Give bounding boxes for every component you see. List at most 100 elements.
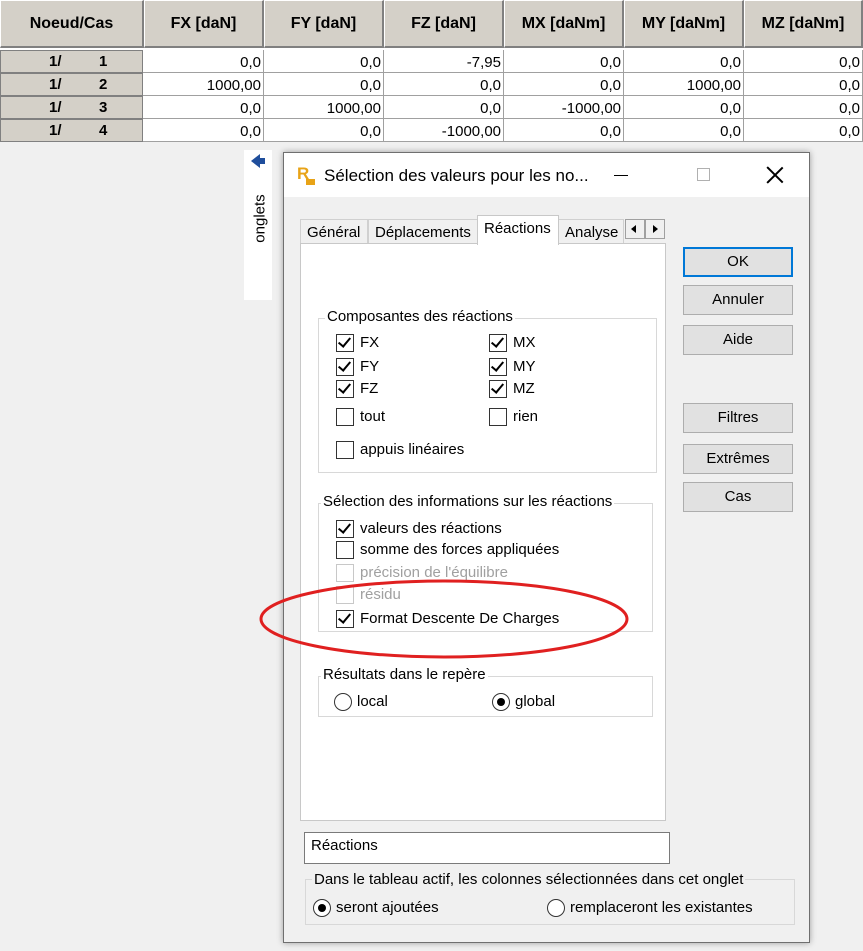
extremes-button[interactable]: Extrêmes xyxy=(683,444,793,474)
case-label: 1 xyxy=(99,53,108,70)
tab-reactions[interactable]: Réactions xyxy=(477,215,559,245)
radio-local[interactable] xyxy=(334,693,352,711)
checkbox-fy-label: FY xyxy=(360,358,380,375)
cell-mz[interactable]: 0,0 xyxy=(744,119,863,142)
checkbox-somme-forces[interactable] xyxy=(336,541,354,559)
radio-seront-ajoutees[interactable] xyxy=(313,899,331,917)
tab-name-field[interactable]: Réactions xyxy=(304,832,670,864)
tab-general[interactable]: Général xyxy=(300,219,368,243)
tabs-strip-label: onglets xyxy=(251,194,269,243)
column-header-mz[interactable]: MZ [daNm] xyxy=(744,0,863,48)
checkbox-mz[interactable] xyxy=(489,380,507,398)
checkbox-mx[interactable] xyxy=(489,334,507,352)
checkbox-mz-label: MZ xyxy=(513,380,535,397)
cell-my[interactable]: 0,0 xyxy=(624,119,744,142)
column-header-node-case[interactable]: Noeud/Cas xyxy=(0,0,144,48)
node-label: 1/ xyxy=(49,99,62,116)
cell-fx[interactable]: 1000,00 xyxy=(143,73,264,96)
radio-global-label: global xyxy=(515,693,556,710)
radio-remplaceront-label: remplaceront les existantes xyxy=(570,899,753,916)
cell-mx[interactable]: 0,0 xyxy=(504,50,624,73)
case-label: 3 xyxy=(99,99,108,116)
maximize-icon[interactable] xyxy=(697,168,710,181)
table-row[interactable]: 1/1 0,0 0,0 -7,95 0,0 0,0 0,0 xyxy=(0,50,863,73)
tab-panel-reactions: Composantes des réactions FX FY FZ MX MY… xyxy=(300,243,666,821)
tab-scroll-left-icon[interactable] xyxy=(625,219,645,239)
cell-mx[interactable]: 0,0 xyxy=(504,73,624,96)
cell-my[interactable]: 1000,00 xyxy=(624,73,744,96)
close-icon[interactable] xyxy=(766,166,784,184)
cell-fx[interactable]: 0,0 xyxy=(143,119,264,142)
column-header-fz[interactable]: FZ [daN] xyxy=(384,0,504,48)
column-header-fx[interactable]: FX [daN] xyxy=(144,0,264,48)
cell-fz[interactable]: -7,95 xyxy=(384,50,504,73)
row-header[interactable]: 1/1 xyxy=(0,50,143,73)
ok-button[interactable]: OK xyxy=(683,247,793,277)
node-label: 1/ xyxy=(49,76,62,93)
tab-deplacements[interactable]: Déplacements xyxy=(368,219,478,243)
dialog-title: Sélection des valeurs pour les no... xyxy=(324,166,589,185)
minimize-icon[interactable] xyxy=(614,175,628,176)
cases-button[interactable]: Cas xyxy=(683,482,793,512)
cell-fx[interactable]: 0,0 xyxy=(143,96,264,119)
cell-my[interactable]: 0,0 xyxy=(624,96,744,119)
checkbox-tout[interactable] xyxy=(336,408,354,426)
checkbox-fz[interactable] xyxy=(336,380,354,398)
cell-fx[interactable]: 0,0 xyxy=(143,50,264,73)
cell-fy[interactable]: 0,0 xyxy=(264,73,384,96)
checkbox-my[interactable] xyxy=(489,358,507,376)
table-row[interactable]: 1/3 0,0 1000,00 0,0 -1000,00 0,0 0,0 xyxy=(0,96,863,119)
components-group-title: Composantes des réactions xyxy=(325,308,515,325)
cell-fy[interactable]: 0,0 xyxy=(264,119,384,142)
checkbox-rien[interactable] xyxy=(489,408,507,426)
help-button[interactable]: Aide xyxy=(683,325,793,355)
checkbox-residu-label: résidu xyxy=(360,586,401,603)
cell-fz[interactable]: 0,0 xyxy=(384,73,504,96)
table-header: Noeud/Cas FX [daN] FY [daN] FZ [daN] MX … xyxy=(0,0,863,48)
row-header[interactable]: 1/3 xyxy=(0,96,143,119)
checkbox-valeurs-reactions[interactable] xyxy=(336,520,354,538)
checkbox-appuis-lineaires[interactable] xyxy=(336,441,354,459)
cell-fz[interactable]: -1000,00 xyxy=(384,119,504,142)
cell-mz[interactable]: 0,0 xyxy=(744,73,863,96)
checkbox-fy[interactable] xyxy=(336,358,354,376)
frame-group-title: Résultats dans le repère xyxy=(321,666,488,683)
cell-fz[interactable]: 0,0 xyxy=(384,96,504,119)
table-row[interactable]: 1/4 0,0 0,0 -1000,00 0,0 0,0 0,0 xyxy=(0,119,863,142)
checkbox-fx-label: FX xyxy=(360,334,380,351)
cell-mx[interactable]: 0,0 xyxy=(504,119,624,142)
checkbox-fx[interactable] xyxy=(336,334,354,352)
cell-fy[interactable]: 1000,00 xyxy=(264,96,384,119)
checkbox-somme-forces-label: somme des forces appliquées xyxy=(360,541,560,558)
radio-seront-ajoutees-label: seront ajoutées xyxy=(336,899,439,916)
column-header-mx[interactable]: MX [daNm] xyxy=(504,0,624,48)
cell-my[interactable]: 0,0 xyxy=(624,50,744,73)
checkbox-rien-label: rien xyxy=(513,408,539,425)
cell-fy[interactable]: 0,0 xyxy=(264,50,384,73)
column-header-fy[interactable]: FY [daN] xyxy=(264,0,384,48)
checkbox-fz-label: FZ xyxy=(360,380,379,397)
filters-button[interactable]: Filtres xyxy=(683,403,793,433)
checkbox-format-descente-charges-label: Format Descente De Charges xyxy=(360,610,560,627)
checkbox-residu xyxy=(336,586,354,604)
radio-global[interactable] xyxy=(492,693,510,711)
column-header-my[interactable]: MY [daNm] xyxy=(624,0,744,48)
tab-scroll-right-icon[interactable] xyxy=(645,219,665,239)
cell-mz[interactable]: 0,0 xyxy=(744,50,863,73)
cell-mz[interactable]: 0,0 xyxy=(744,96,863,119)
checkbox-appuis-lineaires-label: appuis linéaires xyxy=(360,441,465,458)
row-header[interactable]: 1/2 xyxy=(0,73,143,96)
checkbox-format-descente-charges[interactable] xyxy=(336,610,354,628)
checkbox-tout-label: tout xyxy=(360,408,386,425)
cancel-button[interactable]: Annuler xyxy=(683,285,793,315)
tab-analyse[interactable]: Analyse xyxy=(558,219,624,243)
dialog-titlebar[interactable]: R Sélection des valeurs pour les no... xyxy=(284,153,809,197)
tabs-strip[interactable]: onglets xyxy=(244,150,272,300)
cell-mx[interactable]: -1000,00 xyxy=(504,96,624,119)
arrow-left-icon[interactable] xyxy=(251,154,265,168)
row-header[interactable]: 1/4 xyxy=(0,119,143,142)
case-label: 4 xyxy=(99,122,108,139)
radio-remplaceront[interactable] xyxy=(547,899,565,917)
table-row[interactable]: 1/2 1000,00 0,0 0,0 0,0 1000,00 0,0 xyxy=(0,73,863,96)
selection-dialog: R Sélection des valeurs pour les no... G… xyxy=(283,152,810,943)
